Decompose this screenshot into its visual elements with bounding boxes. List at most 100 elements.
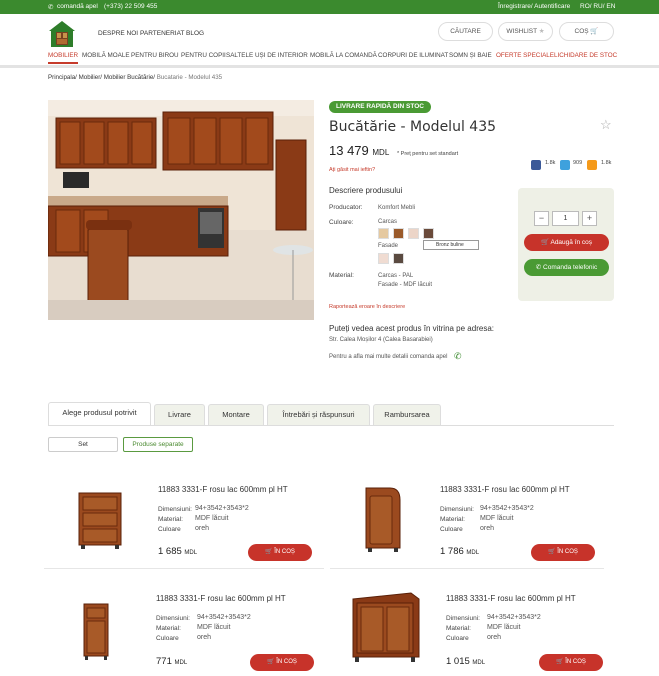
subtab-set[interactable]: Set bbox=[48, 437, 118, 452]
language-switcher[interactable]: RO/ RU/ EN bbox=[580, 3, 615, 10]
facebook-count: 1.8k bbox=[545, 160, 556, 166]
tab-alege-produsul[interactable]: Alege produsul potrivit bbox=[48, 402, 151, 425]
breadcrumb-current: Bucatarie - Modelul 435 bbox=[156, 74, 223, 81]
product-card-title[interactable]: 11883 3331-F rosu lac 600mm pl HT bbox=[440, 485, 570, 494]
swatch-fasade-2[interactable] bbox=[393, 253, 404, 264]
swatch-carcas-2[interactable] bbox=[393, 228, 404, 239]
nav-oferte-speciale[interactable]: OFERTE SPECIALE bbox=[496, 52, 554, 59]
cart-icon: 🛒 bbox=[540, 239, 550, 246]
nav-somn-si-baie[interactable]: SOMN ȘI BAIE bbox=[449, 52, 492, 59]
color-value: oreh bbox=[487, 634, 502, 641]
showroom-address: Str. Calea Moșilor 4 (Calea Basarabiei) bbox=[329, 337, 433, 343]
cart-icon: 🛒 bbox=[265, 549, 273, 555]
breadcrumb-home[interactable]: Principala/ bbox=[48, 74, 77, 81]
phone-icon[interactable]: ✆ bbox=[454, 351, 462, 362]
row-divider bbox=[330, 568, 604, 569]
producer-label: Producator: bbox=[329, 204, 363, 211]
odnoklassniki-icon[interactable] bbox=[587, 160, 597, 170]
add-to-cart-button[interactable]: 🛒 ÎN COȘ bbox=[531, 544, 595, 561]
auth-link[interactable]: Înregistrare/ Autentificare bbox=[498, 3, 570, 10]
color-label: Culoare: bbox=[329, 219, 354, 226]
order-by-phone-button[interactable]: ✆ Comanda telefonic bbox=[524, 259, 609, 276]
color-value: oreh bbox=[480, 525, 495, 532]
dimensions-value: 94+3542+3543*2 bbox=[487, 614, 541, 621]
cart-icon: 🛒 bbox=[548, 549, 556, 555]
phone-number[interactable]: (+373) 22 509 455 bbox=[104, 3, 157, 10]
tab-montare[interactable]: Montare bbox=[208, 404, 264, 425]
cart-icon: 🛒 bbox=[590, 28, 599, 35]
product-price: 13 479 MDL bbox=[329, 143, 389, 158]
product-card-title[interactable]: 11883 3331-F rosu lac 600mm pl HT bbox=[158, 485, 288, 494]
quantity-decrease-button[interactable]: − bbox=[534, 211, 549, 226]
material-label: Material: bbox=[329, 272, 354, 279]
nav-despre-noi[interactable]: DESPRE NOI bbox=[98, 30, 138, 37]
nav-saltele[interactable]: SALTELE bbox=[226, 52, 253, 59]
product-card-title[interactable]: 11883 3331-F rosu lac 600mm pl HT bbox=[446, 594, 576, 603]
price-value: 13 479 bbox=[329, 143, 369, 158]
swatch-carcas-1[interactable] bbox=[378, 228, 389, 239]
nav-pentru-birou[interactable]: PENTRU BIROU bbox=[131, 52, 179, 59]
add-to-cart-label: ÎN COȘ bbox=[557, 549, 578, 555]
material-value: MDF lăcuit bbox=[197, 624, 231, 631]
product-image-sink-cabinet[interactable] bbox=[351, 591, 421, 663]
breadcrumb-mobilier[interactable]: Mobilier/ bbox=[79, 74, 102, 81]
add-to-cart-button[interactable]: 🛒 Adaugă în coș bbox=[524, 234, 609, 251]
swatch-fasade-1[interactable] bbox=[378, 253, 389, 264]
twitter-icon[interactable] bbox=[560, 160, 570, 170]
report-error-link[interactable]: Raportează eroare în descriere bbox=[329, 304, 405, 310]
quantity-input[interactable]: 1 bbox=[552, 211, 579, 226]
dimensions-label: Dimensiuni: bbox=[158, 506, 192, 513]
callback-link[interactable]: comandă apel bbox=[57, 3, 98, 10]
breadcrumb-bucatarie[interactable]: Mobilier Bucătărie/ bbox=[104, 74, 155, 81]
twitter-count: 909 bbox=[573, 160, 583, 166]
price-currency: MDL bbox=[184, 550, 198, 556]
tab-rambursarea[interactable]: Rambursarea bbox=[373, 404, 441, 425]
subtab-produse-separate[interactable]: Produse separate bbox=[123, 437, 193, 452]
facebook-icon[interactable] bbox=[531, 160, 541, 170]
material-value: MDF lăcuit bbox=[195, 515, 229, 522]
fast-delivery-badge: LIVRARE RAPIDĂ DIN STOC bbox=[329, 101, 431, 113]
nav-blog[interactable]: BLOG bbox=[186, 30, 204, 37]
material-fasade: Fasade - MDF lăcuit bbox=[378, 282, 433, 288]
nav-pentru-copii[interactable]: PENTRU COPII bbox=[181, 52, 226, 59]
nav-mobila-la-comanda[interactable]: MOBILĂ LA COMANDĂ bbox=[310, 52, 377, 59]
wishlist-button[interactable]: WISHLIST ★ bbox=[498, 22, 553, 41]
logo-icon[interactable] bbox=[48, 20, 76, 48]
product-card-title[interactable]: 11883 3331-F rosu lac 600mm pl HT bbox=[156, 594, 286, 603]
wishlist-label: WISHLIST bbox=[506, 28, 537, 35]
dimensions-label: Dimensiuni: bbox=[156, 615, 190, 622]
cart-button[interactable]: COȘ 🛒 bbox=[559, 22, 614, 41]
tab-intrebari[interactable]: Întrebări și răspunsuri bbox=[267, 404, 370, 425]
search-button[interactable]: CĂUTARE bbox=[438, 22, 493, 41]
nav-usi-de-interior[interactable]: UȘI DE INTERIOR bbox=[255, 52, 308, 59]
cart-label: COȘ bbox=[574, 28, 589, 35]
add-to-cart-button[interactable]: 🛒 ÎN COȘ bbox=[248, 544, 312, 561]
swatch-carcas-3[interactable] bbox=[408, 228, 419, 239]
tab-livrare[interactable]: Livrare bbox=[154, 404, 205, 425]
nav-mobilier[interactable]: MOBILIER bbox=[48, 52, 79, 64]
product-card-price: 1 685 MDL bbox=[158, 546, 197, 557]
swatch-carcas-4[interactable] bbox=[423, 228, 434, 239]
product-image-narrow-cabinet[interactable] bbox=[80, 602, 112, 660]
quantity-increase-button[interactable]: + bbox=[582, 211, 597, 226]
found-cheaper-link[interactable]: Ați găsit mai ieftin? bbox=[329, 167, 375, 173]
favorite-star-icon[interactable]: ☆ bbox=[600, 117, 612, 133]
star-icon: ★ bbox=[538, 28, 545, 35]
dimensions-label: Dimensiuni: bbox=[440, 506, 474, 513]
add-to-cart-label: ÎN COȘ bbox=[565, 659, 586, 665]
breadcrumb: Principala/ Mobilier/ Mobilier Bucătărie… bbox=[48, 74, 222, 81]
product-image[interactable] bbox=[48, 100, 314, 320]
buy-box: − 1 + 🛒 Adaugă în coș ✆ Comanda telefoni… bbox=[518, 188, 614, 301]
add-to-cart-button[interactable]: 🛒 ÎN COȘ bbox=[250, 654, 314, 671]
nav-mobila-moale[interactable]: MOBILĂ MOALE bbox=[82, 52, 130, 59]
carcas-label: Carcas bbox=[378, 219, 398, 225]
nav-corpuri-de-iluminat[interactable]: CORPURI DE ILUMINAT bbox=[378, 52, 448, 59]
add-to-cart-button[interactable]: 🛒 ÎN COȘ bbox=[539, 654, 603, 671]
nav-lichidare-de-stoc[interactable]: LICHIDARE DE STOC bbox=[554, 52, 617, 59]
product-image-corner-cabinet[interactable] bbox=[360, 486, 402, 554]
color-value: oreh bbox=[195, 525, 210, 532]
price-note: * Preț pentru set standart bbox=[397, 151, 459, 157]
nav-parteneriat[interactable]: PARTENERIAT bbox=[140, 30, 184, 37]
price-value: 1 015 bbox=[446, 656, 470, 667]
product-image-drawer-cabinet[interactable] bbox=[77, 491, 123, 549]
